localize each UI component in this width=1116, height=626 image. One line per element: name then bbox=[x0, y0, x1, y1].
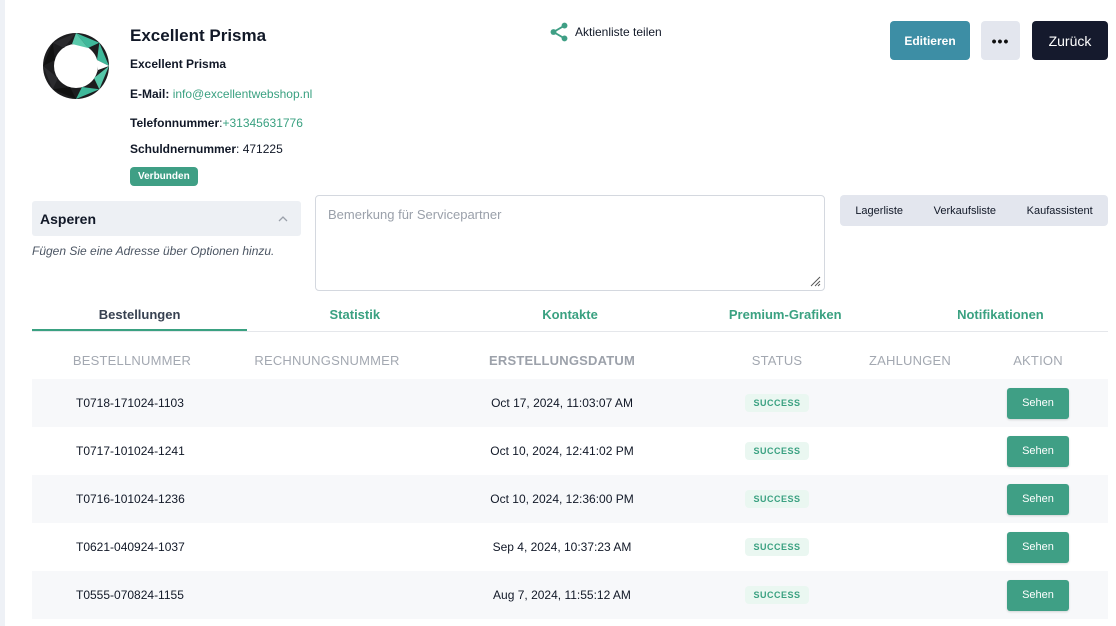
tab-orders[interactable]: Bestellungen bbox=[32, 300, 248, 331]
debtor-label: Schuldnernummer bbox=[130, 142, 237, 156]
share-stock-list-link[interactable]: Aktienliste teilen bbox=[548, 21, 662, 43]
view-button[interactable]: Sehen bbox=[1007, 435, 1069, 467]
action-cell: Sehen bbox=[968, 435, 1108, 467]
created-date: Aug 7, 2024, 11:55:12 AM bbox=[493, 588, 631, 602]
view-button[interactable]: Sehen bbox=[1007, 387, 1069, 419]
company-name: Excellent Prisma bbox=[130, 26, 267, 45]
share-label: Aktienliste teilen bbox=[575, 25, 662, 39]
created-date: Oct 10, 2024, 12:41:02 PM bbox=[490, 444, 634, 458]
list-tabs: Lagerliste Verkaufsliste Kaufassistent bbox=[840, 195, 1108, 226]
view-button[interactable]: Sehen bbox=[1007, 483, 1069, 515]
address-hint: Fügen Sie eine Adresse über Optionen hin… bbox=[32, 244, 275, 258]
main-tabs: Bestellungen Statistik Kontakte Premium-… bbox=[32, 300, 1108, 332]
order-number: T0717-101024-1241 bbox=[76, 444, 185, 458]
header-created-date[interactable]: ERSTELLUNGSDATUM bbox=[422, 353, 702, 368]
edit-button[interactable]: Editieren bbox=[890, 21, 970, 60]
created-date: Oct 17, 2024, 11:03:07 AM bbox=[491, 396, 633, 410]
action-cell: Sehen bbox=[968, 387, 1108, 419]
status-cell: SUCCESS bbox=[702, 442, 852, 460]
header-invoice-number: RECHNUNGSNUMMER bbox=[254, 352, 400, 368]
status-badge: SUCCESS bbox=[745, 394, 809, 412]
email-row: E-Mail: info@excellentwebshop.nl bbox=[130, 87, 312, 101]
more-options-button[interactable]: ••• bbox=[981, 21, 1020, 60]
table-row: T0717-101024-1241 Oct 10, 2024, 12:41:02… bbox=[32, 427, 1108, 475]
status-cell: SUCCESS bbox=[702, 394, 852, 412]
action-cell: Sehen bbox=[968, 531, 1108, 563]
status-cell: SUCCESS bbox=[702, 538, 852, 556]
status-cell: SUCCESS bbox=[702, 490, 852, 508]
created-date: Oct 10, 2024, 12:36:00 PM bbox=[490, 492, 634, 506]
table-row: T0621-040924-1037 Sep 4, 2024, 10:37:23 … bbox=[32, 523, 1108, 571]
phone-link[interactable]: +31345631776 bbox=[222, 116, 302, 130]
list-tab-sales[interactable]: Verkaufsliste bbox=[934, 205, 996, 217]
status-badge: SUCCESS bbox=[745, 538, 809, 556]
service-partner-remark-input[interactable] bbox=[315, 195, 825, 291]
table-row: T0555-070824-1155 Aug 7, 2024, 11:55:12 … bbox=[32, 571, 1108, 619]
chevron-up-icon bbox=[278, 215, 288, 221]
header-status: STATUS bbox=[751, 352, 803, 368]
tab-notifications[interactable]: Notifikationen bbox=[893, 300, 1108, 331]
tab-premium-charts[interactable]: Premium-Grafiken bbox=[678, 300, 893, 331]
status-badge: SUCCESS bbox=[745, 442, 809, 460]
order-number: T0716-101024-1236 bbox=[76, 492, 185, 506]
back-button[interactable]: Zurück bbox=[1032, 21, 1108, 60]
list-tab-purchase-assistant[interactable]: Kaufassistent bbox=[1027, 205, 1093, 217]
header-action: AKTION bbox=[1013, 352, 1063, 368]
view-button[interactable]: Sehen bbox=[1007, 579, 1069, 611]
company-logo bbox=[43, 33, 109, 99]
email-link[interactable]: info@excellentwebshop.nl bbox=[173, 87, 313, 101]
resize-grip-icon[interactable] bbox=[809, 275, 821, 287]
created-date: Sep 4, 2024, 10:37:23 AM bbox=[492, 540, 632, 554]
table-row: T0718-171024-1103 Oct 17, 2024, 11:03:07… bbox=[32, 379, 1108, 427]
table-row: T0716-101024-1236 Oct 10, 2024, 12:36:00… bbox=[32, 475, 1108, 523]
status-badge: SUCCESS bbox=[745, 586, 809, 604]
address-accordion-header[interactable]: Asperen bbox=[32, 201, 301, 236]
order-number: T0718-171024-1103 bbox=[76, 396, 184, 410]
share-icon bbox=[550, 22, 568, 42]
order-number: T0621-040924-1037 bbox=[76, 540, 185, 554]
header-payments: ZAHLUNGEN bbox=[869, 352, 951, 368]
orders-table-header: BESTELLNUMMER RECHNUNGSNUMMER ERSTELLUNG… bbox=[32, 346, 1108, 374]
tab-contacts[interactable]: Kontakte bbox=[462, 300, 677, 331]
order-number: T0555-070824-1155 bbox=[76, 588, 184, 602]
debtor-row: Schuldnernummer: 471225 bbox=[130, 142, 283, 156]
action-cell: Sehen bbox=[968, 483, 1108, 515]
debtor-value: 471225 bbox=[242, 142, 283, 156]
orders-table-body: T0718-171024-1103 Oct 17, 2024, 11:03:07… bbox=[32, 379, 1108, 619]
header-order-number: BESTELLNUMMER bbox=[72, 352, 192, 368]
phone-label: Telefonnummer bbox=[130, 116, 220, 130]
status-badge: SUCCESS bbox=[745, 490, 809, 508]
action-cell: Sehen bbox=[968, 579, 1108, 611]
email-label: E-Mail: bbox=[130, 87, 170, 101]
connected-badge: Verbunden bbox=[130, 167, 198, 186]
tab-statistics[interactable]: Statistik bbox=[247, 300, 462, 331]
phone-row: Telefonnummer:+31345631776 bbox=[130, 116, 303, 130]
left-rail bbox=[0, 0, 5, 626]
address-title: Asperen bbox=[40, 210, 97, 227]
company-subname: Excellent Prisma bbox=[130, 57, 227, 71]
list-tab-stock[interactable]: Lagerliste bbox=[855, 205, 903, 217]
status-cell: SUCCESS bbox=[702, 586, 852, 604]
view-button[interactable]: Sehen bbox=[1007, 531, 1069, 563]
